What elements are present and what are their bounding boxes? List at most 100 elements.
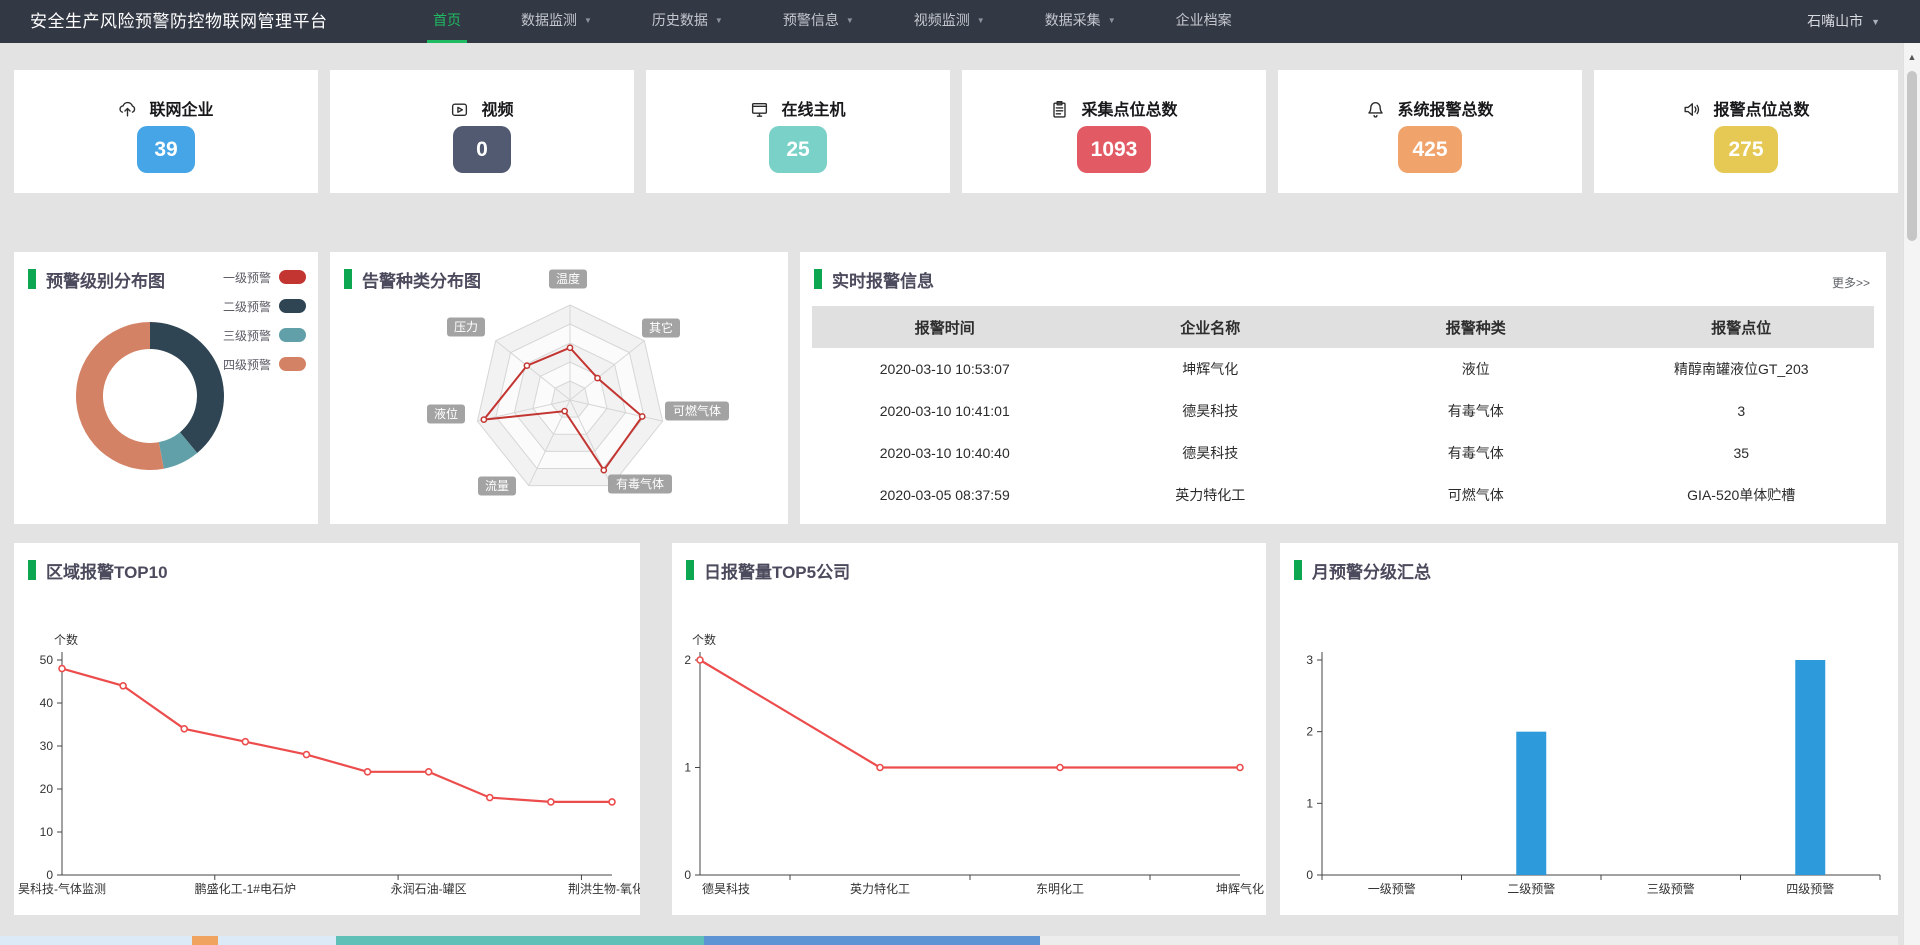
region-selector[interactable]: 石嘴山市 ▼ bbox=[1807, 0, 1880, 44]
nav-item-label: 首页 bbox=[433, 12, 461, 28]
svg-text:永润石油-罐区: 永润石油-罐区 bbox=[391, 882, 467, 896]
nav-item-label: 历史数据 bbox=[652, 12, 708, 28]
stat-card-label: 报警点位总数 bbox=[1713, 102, 1809, 119]
svg-text:荆洪生物-氧化反: 荆洪生物-氧化反 bbox=[568, 882, 640, 896]
stat-card-head: 联网企业 bbox=[14, 96, 318, 120]
svg-text:2: 2 bbox=[1306, 725, 1313, 739]
stat-card-label: 采集点位总数 bbox=[1081, 102, 1177, 119]
nav-item-0[interactable]: 首页 bbox=[427, 0, 467, 43]
speaker-icon bbox=[1682, 100, 1701, 119]
stat-card-value: 1093 bbox=[1077, 126, 1152, 173]
stat-card-head: 系统报警总数 bbox=[1278, 96, 1582, 120]
table-cell: 35 bbox=[1609, 432, 1875, 474]
svg-text:0: 0 bbox=[1306, 868, 1313, 882]
top-navbar: 安全生产风险预警防控物联网管理平台 首页数据监测▼历史数据▼预警信息▼视频监测▼… bbox=[0, 0, 1920, 43]
nav-item-4[interactable]: 视频监测▼ bbox=[908, 0, 991, 43]
table-header-cell: 报警点位 bbox=[1609, 306, 1875, 348]
chevron-down-icon: ▼ bbox=[1871, 17, 1880, 27]
svg-text:50: 50 bbox=[40, 653, 54, 667]
radar-axis-label: 可燃气体 bbox=[665, 402, 729, 421]
nav-item-label: 数据监测 bbox=[521, 12, 577, 28]
radar-axis-label: 压力 bbox=[447, 318, 485, 337]
title-accent-bar bbox=[814, 269, 822, 289]
nav-item-5[interactable]: 数据采集 ▼ bbox=[1039, 0, 1122, 43]
table-cell: 液位 bbox=[1343, 348, 1609, 390]
daily-alarm-top5-line-chart: 012个数德昊科技英力特化工东明化工坤辉气化 bbox=[672, 543, 1266, 915]
pale-blue-block bbox=[0, 936, 336, 945]
nav-item-label: 数据采集 bbox=[1045, 12, 1101, 28]
stat-card-2: 在线主机25 bbox=[646, 70, 950, 193]
stat-card-3: 采集点位总数 1093 bbox=[962, 70, 1266, 193]
svg-text:坤辉气化: 坤辉气化 bbox=[1216, 881, 1264, 896]
vertical-scrollbar[interactable]: ▲ bbox=[1903, 43, 1920, 945]
table-cell: 坤辉气化 bbox=[1078, 348, 1344, 390]
table-row-2: 2020-03-10 10:40:40德昊科技有毒气体35 bbox=[812, 432, 1874, 474]
radar-axis-label: 温度 bbox=[549, 270, 587, 289]
svg-text:40: 40 bbox=[40, 696, 54, 710]
svg-text:英力特化工: 英力特化工 bbox=[850, 881, 910, 896]
svg-text:个数: 个数 bbox=[54, 632, 78, 647]
app-title: 安全生产风险预警防控物联网管理平台 bbox=[30, 0, 328, 43]
svg-text:2: 2 bbox=[684, 653, 691, 667]
teal-block bbox=[336, 936, 704, 945]
table-cell: 2020-03-10 10:40:40 bbox=[812, 432, 1078, 474]
nav-item-2[interactable]: 历史数据 ▼ bbox=[646, 0, 729, 43]
scroll-up-arrow-icon[interactable]: ▲ bbox=[1904, 49, 1920, 65]
nav-item-label: 企业档案 bbox=[1176, 12, 1232, 28]
svg-text:东明化工: 东明化工 bbox=[1036, 882, 1084, 896]
svg-text:10: 10 bbox=[40, 825, 54, 839]
video-icon bbox=[450, 100, 469, 119]
table-cell: 有毒气体 bbox=[1343, 390, 1609, 432]
table-header-cell: 报警种类 bbox=[1343, 306, 1609, 348]
panel-alarm-type-distribution: 告警种类分布图 温度其它可燃气体有毒气体流量液位压力 bbox=[330, 252, 788, 524]
svg-text:3: 3 bbox=[1306, 653, 1313, 667]
stat-card-head: 报警点位总数 bbox=[1594, 96, 1898, 120]
chevron-down-icon: ▼ bbox=[846, 16, 854, 25]
panel-monthly-warning-summary: 月预警分级汇总 0123一级预警二级预警三级预警四级预警 bbox=[1280, 543, 1898, 915]
more-link[interactable]: 更多>> bbox=[1832, 274, 1870, 291]
svg-text:个数: 个数 bbox=[692, 632, 716, 647]
svg-text:20: 20 bbox=[40, 782, 54, 796]
table-cell: 2020-03-10 10:53:07 bbox=[812, 348, 1078, 390]
table-cell: 精醇南罐液位GT_203 bbox=[1609, 348, 1875, 390]
region-label: 石嘴山市 bbox=[1807, 13, 1863, 29]
stat-card-value: 275 bbox=[1714, 126, 1777, 173]
blue-block bbox=[704, 936, 1040, 945]
stat-card-5: 报警点位总数 275 bbox=[1594, 70, 1898, 193]
table-cell: 德昊科技 bbox=[1078, 432, 1344, 474]
radar-axis-label: 液位 bbox=[427, 405, 465, 424]
table-cell: 2020-03-10 10:41:01 bbox=[812, 390, 1078, 432]
table-row-3: 2020-03-05 08:37:59英力特化工可燃气体GIA-520单体贮槽 bbox=[812, 474, 1874, 516]
svg-text:0: 0 bbox=[46, 868, 53, 882]
scrollbar-thumb[interactable] bbox=[1907, 71, 1917, 241]
table-cell: 英力特化工 bbox=[1078, 474, 1344, 516]
svg-text:鹏盛化工-1#电石炉: 鹏盛化工-1#电石炉 bbox=[195, 881, 296, 896]
stat-card-label: 在线主机 bbox=[781, 102, 845, 119]
panel-realtime-alarms: 实时报警信息 更多>> 报警时间企业名称报警种类报警点位2020-03-10 1… bbox=[800, 252, 1886, 524]
table-cell: 有毒气体 bbox=[1343, 432, 1609, 474]
panel-daily-alarm-top5: 日报警量TOP5公司 012个数德昊科技英力特化工东明化工坤辉气化 bbox=[672, 543, 1266, 915]
panel-title: 实时报警信息 bbox=[814, 268, 934, 290]
stat-card-label: 系统报警总数 bbox=[1397, 102, 1493, 119]
orange-block bbox=[192, 936, 218, 945]
radar-axis-label: 流量 bbox=[478, 477, 516, 496]
stat-card-head: 视频 bbox=[330, 96, 634, 120]
nav-item-6[interactable]: 企业档案 bbox=[1170, 0, 1238, 43]
table-header-cell: 企业名称 bbox=[1078, 306, 1344, 348]
table-cell: 2020-03-05 08:37:59 bbox=[812, 474, 1078, 516]
nav-item-1[interactable]: 数据监测▼ bbox=[515, 0, 598, 43]
table-cell: GIA-520单体贮槽 bbox=[1609, 474, 1875, 516]
chevron-down-icon: ▼ bbox=[1108, 16, 1116, 25]
panel-region-alarm-top10: 区域报警TOP10 01020304050个数昊科技-气体监测鹏盛化工-1#电石… bbox=[14, 543, 640, 915]
radar-axis-label: 有毒气体 bbox=[608, 475, 672, 494]
svg-text:0: 0 bbox=[684, 868, 691, 882]
stat-card-head: 采集点位总数 bbox=[962, 96, 1266, 120]
stat-card-1: 视频0 bbox=[330, 70, 634, 193]
chevron-down-icon: ▼ bbox=[977, 16, 985, 25]
nav-menu: 首页数据监测▼历史数据▼预警信息▼视频监测▼数据采集▼企业档案 bbox=[403, 0, 1262, 43]
nav-item-3[interactable]: 预警信息▼ bbox=[777, 0, 860, 43]
chevron-down-icon: ▼ bbox=[715, 16, 723, 25]
alarm-type-radar-chart: 温度其它可燃气体有毒气体 流量 液位 压力 bbox=[330, 252, 788, 524]
radar-axis-label: 其它 bbox=[642, 319, 680, 338]
svg-text:1: 1 bbox=[684, 761, 691, 775]
